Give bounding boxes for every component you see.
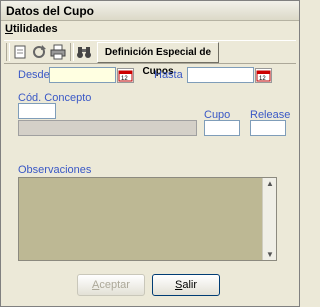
svg-text:12: 12: [259, 76, 266, 82]
window-title: Datos del Cupo: [6, 4, 95, 18]
cod-concepto-field[interactable]: [18, 103, 56, 119]
binoculars-icon[interactable]: [76, 44, 92, 60]
printer-icon[interactable]: [50, 44, 66, 60]
aceptar-button[interactable]: Aceptar: [77, 274, 145, 296]
observaciones-scrollbar[interactable]: ▲ ▼: [262, 178, 276, 260]
menu-utilidades-mnemonic: U: [5, 23, 13, 35]
toolbar: Definición Especial de Cupos: [4, 40, 296, 77]
aceptar-label: ceptar: [99, 279, 130, 291]
definicion-especial-button[interactable]: Definición Especial de Cupos: [97, 42, 219, 77]
menu-utilidades-label: tilidades: [12, 23, 58, 35]
observaciones-label: Observaciones: [18, 164, 92, 176]
menu-utilidades[interactable]: Utilidades: [5, 23, 58, 35]
cupo-field[interactable]: [204, 120, 240, 136]
svg-text:12: 12: [121, 76, 128, 82]
desde-label: Desde: [18, 69, 50, 81]
hasta-calendar-icon[interactable]: 12: [255, 68, 272, 83]
concepto-description-field: [18, 120, 197, 136]
hasta-field[interactable]: [187, 67, 254, 83]
hasta-label: Hasta: [154, 69, 183, 81]
menu-bar: Utilidades: [1, 21, 299, 39]
desde-calendar-icon[interactable]: 12: [117, 68, 134, 83]
title-bar: Datos del Cupo: [1, 1, 299, 21]
observaciones-textarea[interactable]: ▲ ▼: [18, 177, 277, 261]
release-field[interactable]: [250, 120, 286, 136]
toolbar-grip: [6, 43, 10, 61]
new-document-icon[interactable]: [12, 44, 28, 60]
refresh-icon[interactable]: [31, 44, 47, 60]
cupo-window: Datos del Cupo Utilidades Definición Esp…: [0, 0, 300, 307]
scroll-down-icon[interactable]: ▼: [266, 250, 274, 259]
desde-field[interactable]: [49, 67, 116, 83]
salir-button[interactable]: Salir: [152, 274, 220, 296]
salir-label: alir: [182, 279, 197, 291]
scroll-up-icon[interactable]: ▲: [266, 179, 274, 188]
toolbar-separator: [70, 43, 74, 61]
